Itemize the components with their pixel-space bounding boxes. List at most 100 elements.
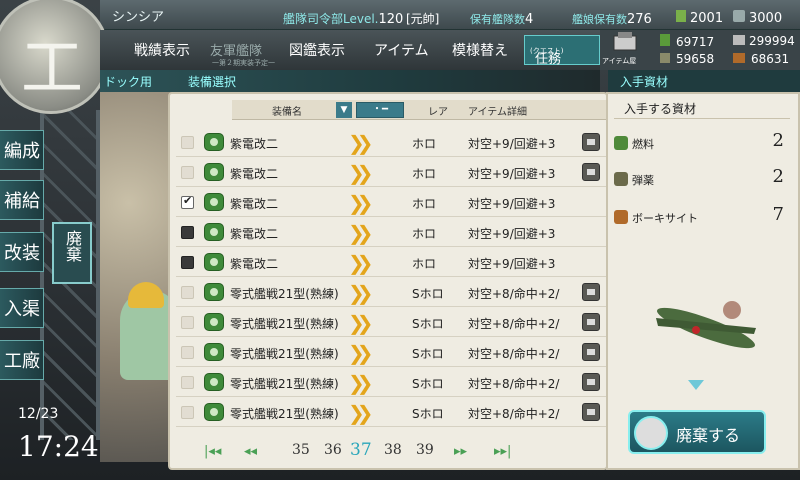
clock: 17:24 — [18, 430, 99, 463]
scrap-tab[interactable]: 廃棄 — [52, 222, 92, 284]
lock-icon[interactable] — [582, 133, 600, 151]
page-39[interactable]: 39 — [416, 442, 434, 458]
equipment-row[interactable]: 紫電改二 ❯❯ ホロ 対空+9/回避+3 — [176, 158, 606, 187]
shipgirl-count: 艦娘保有数276 — [572, 12, 652, 27]
equipment-name: 零式艦戦21型(熟練) — [230, 407, 339, 421]
breadcrumb-equip: 装備選択 — [188, 75, 237, 89]
equipment-row[interactable]: 紫電改二 ❯❯ ホロ 対空+9/回避+3 — [176, 188, 606, 217]
quest-button[interactable]: 任務 (クエスト) — [524, 35, 600, 67]
rarity-label: ホロ — [412, 167, 437, 181]
lock-icon[interactable] — [582, 283, 600, 301]
col-rarity: レア — [428, 107, 448, 118]
rank-label: [元帥] — [406, 12, 440, 26]
equipment-row[interactable]: 零式艦戦21型(熟練) ❯❯ Sホロ 対空+8/命中+2/ — [176, 368, 606, 397]
select-checkbox[interactable] — [181, 166, 194, 179]
lock-icon[interactable] — [582, 163, 600, 181]
equipment-name: 零式艦戦21型(熟練) — [230, 287, 339, 301]
nav-supply[interactable]: 補給 — [0, 180, 44, 220]
item-shop-label: アイテム屋 — [602, 57, 637, 65]
page-38[interactable]: 38 — [384, 442, 402, 458]
chevron-icon: ❯❯ — [348, 191, 373, 215]
page-37-current[interactable]: 37 — [350, 440, 372, 460]
select-checkbox[interactable] — [181, 376, 194, 389]
menu-remodel[interactable]: 模様替え — [452, 40, 508, 60]
menu-library[interactable]: 図鑑表示 — [289, 40, 345, 60]
equipment-row[interactable]: 零式艦戦21型(熟練) ❯❯ Sホロ 対空+8/命中+2/ — [176, 308, 606, 337]
lock-icon[interactable] — [582, 403, 600, 421]
date: 12/23 — [18, 406, 59, 422]
breadcrumb-gain: 入手資材 — [608, 70, 800, 92]
chevron-icon: ❯❯ — [348, 161, 373, 185]
fighter-icon — [204, 163, 224, 181]
select-checkbox[interactable] — [181, 194, 194, 209]
rarity-label: ホロ — [412, 137, 437, 151]
rarity-label: ホロ — [412, 257, 437, 271]
equipment-name: 紫電改二 — [230, 227, 279, 241]
select-checkbox[interactable] — [181, 256, 194, 269]
ammo-icon — [614, 172, 628, 186]
gain-title: 入手する資材 — [624, 102, 697, 116]
select-checkbox[interactable] — [181, 136, 194, 149]
last-page-arrow[interactable]: ▸▸| — [494, 444, 511, 459]
equipment-row[interactable]: 紫電改二 ❯❯ ホロ 対空+9/回避+3 — [176, 248, 606, 277]
equipment-row[interactable]: 零式艦戦21型(熟練) ❯❯ Sホロ 対空+8/命中+2/ — [176, 338, 606, 367]
rarity-label: Sホロ — [412, 407, 444, 421]
rarity-label: Sホロ — [412, 347, 444, 361]
ammo-amount: 59658 — [660, 52, 714, 66]
col-name: 装備名 — [272, 107, 302, 118]
select-checkbox[interactable] — [181, 346, 194, 359]
stat-label: 対空+9/回避+3 — [468, 137, 556, 151]
steel-amount: 299994 — [733, 34, 795, 48]
stat-label: 対空+8/命中+2/ — [468, 317, 560, 331]
sort-button[interactable]: ▼ — [336, 102, 352, 118]
workshop-art — [100, 92, 172, 462]
scrap-button[interactable]: 廃棄する — [628, 410, 766, 454]
arrow-down-icon — [688, 380, 704, 390]
page-36[interactable]: 36 — [324, 442, 342, 458]
nav-arsenal[interactable]: 工廠 — [0, 340, 44, 380]
next-page-arrow[interactable]: ▸▸ — [454, 444, 467, 459]
equipment-name: 紫電改二 — [230, 137, 279, 151]
equipment-row[interactable]: 紫電改二 ❯❯ ホロ 対空+9/回避+3 — [176, 128, 606, 157]
page-35[interactable]: 35 — [292, 442, 310, 458]
stat-label: 対空+9/回避+3 — [468, 227, 556, 241]
equipment-name: 零式艦戦21型(熟練) — [230, 317, 339, 331]
menu-item[interactable]: アイテム — [374, 40, 429, 60]
equipment-row[interactable]: 紫電改二 ❯❯ ホロ 対空+9/回避+3 — [176, 218, 606, 247]
lock-icon[interactable] — [582, 373, 600, 391]
stat-label: 対空+9/回避+3 — [468, 257, 556, 271]
fuel-amount: 69717 — [660, 34, 714, 49]
equipment-row[interactable]: 零式艦戦21型(熟練) ❯❯ Sホロ 対空+8/命中+2/ — [176, 398, 606, 427]
nav-dock[interactable]: 入渠 — [0, 288, 44, 328]
equipment-row[interactable]: 零式艦戦21型(熟練) ❯❯ Sホロ 対空+8/命中+2/ — [176, 278, 606, 307]
fighter-icon — [204, 313, 224, 331]
nav-remodel[interactable]: 改装 — [0, 232, 44, 272]
stat-label: 対空+8/命中+2/ — [468, 377, 560, 391]
chevron-icon: ❯❯ — [348, 221, 373, 245]
gain-divider — [614, 118, 790, 119]
col-detail: アイテム詳細 — [468, 107, 527, 118]
menu-record[interactable]: 戦績表示 — [134, 40, 190, 60]
lock-icon[interactable] — [582, 313, 600, 331]
select-checkbox[interactable] — [181, 226, 194, 239]
breadcrumb-dock: ドック用 — [104, 75, 153, 89]
first-page-arrow[interactable]: |◂◂ — [204, 444, 221, 459]
prev-page-arrow[interactable]: ◂◂ — [244, 444, 257, 459]
select-checkbox[interactable] — [181, 316, 194, 329]
fighter-icon — [204, 373, 224, 391]
select-checkbox[interactable] — [181, 406, 194, 419]
rarity-label: Sホロ — [412, 317, 444, 331]
nav-organize[interactable]: 編成 — [0, 130, 44, 170]
chevron-icon: ❯❯ — [348, 311, 373, 335]
equipment-name: 紫電改二 — [230, 197, 279, 211]
fighter-icon — [204, 343, 224, 361]
fleet-count: 保有艦隊数4 — [470, 12, 534, 27]
chevron-icon: ❯❯ — [348, 401, 373, 425]
select-checkbox[interactable] — [181, 286, 194, 299]
chevron-icon: ❯❯ — [348, 251, 373, 275]
lock-icon[interactable] — [582, 343, 600, 361]
filter-button[interactable]: ・━ — [356, 102, 404, 118]
gain-bauxite: ボーキサイト 7 — [612, 204, 792, 232]
gain-fuel: 燃料 2 — [612, 130, 792, 158]
bauxite-icon — [614, 210, 628, 224]
